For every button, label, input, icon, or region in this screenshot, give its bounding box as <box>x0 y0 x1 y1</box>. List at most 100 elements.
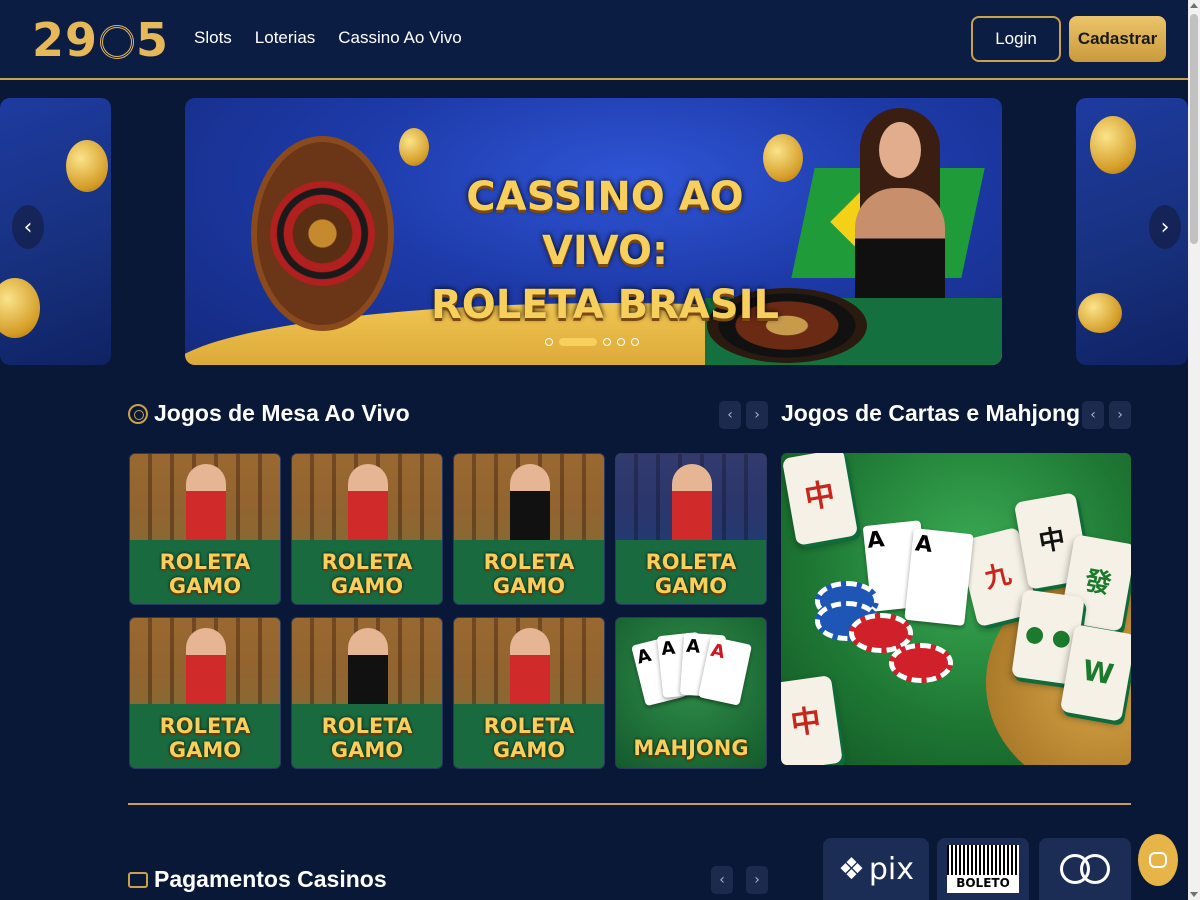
coin-image <box>399 128 429 166</box>
chevron-left-icon: ‹ <box>727 407 733 423</box>
game-title: ROLETA GAMO <box>454 550 604 598</box>
chevron-right-icon: › <box>754 872 760 888</box>
banner-title: CASSINO AO VIVO: ROLETA BRASIL <box>415 170 795 332</box>
payments-prev-button[interactable]: ‹ <box>711 866 733 894</box>
pix-text: pix <box>868 851 915 887</box>
site-header: 29 5 Slots Loterias Cassino Ao Vivo Logi… <box>0 0 1188 80</box>
carousel-dot-active[interactable] <box>559 338 597 346</box>
game-title-line1: ROLETA <box>483 550 575 574</box>
carousel-dot[interactable] <box>631 338 639 346</box>
carousel-dot[interactable] <box>603 338 611 346</box>
page-scrollbar[interactable] <box>1188 0 1200 900</box>
game-title-line2: GAMO <box>492 738 566 762</box>
credit-card-icon <box>128 871 148 888</box>
chevron-left-icon: ‹ <box>719 872 725 888</box>
game-title-line2: GAMO <box>330 738 404 762</box>
mastercard-circle-icon <box>1080 854 1110 884</box>
section-cards-mahjong-heading: Jogos de Cartas e Mahjong <box>781 400 1080 427</box>
game-title-line2: GAMO <box>654 574 728 598</box>
scroll-thumb[interactable] <box>1190 14 1198 244</box>
game-title-line1: ROLETA <box>159 550 251 574</box>
section-payments-heading: Pagamentos Casinos <box>128 866 387 893</box>
roulette-wheel-image <box>251 136 394 331</box>
game-tile[interactable]: ROLETA GAMO <box>453 453 605 605</box>
coin-image <box>1090 116 1136 174</box>
chevron-right-icon: › <box>1160 214 1170 240</box>
scroll-up-icon[interactable] <box>1190 3 1198 8</box>
game-title: ROLETA GAMO <box>292 714 442 762</box>
mahjong-feature-card[interactable]: 中 九 中 發 ● ● W A A 中 <box>781 453 1131 765</box>
section-live-tables-heading: Jogos de Mesa Ao Vivo <box>128 400 410 427</box>
game-title: ROLETA GAMO <box>616 550 766 598</box>
game-tile[interactable]: ROLETA GAMO <box>291 617 443 769</box>
boleto-logo[interactable]: BOLETO <box>937 838 1029 900</box>
game-tile[interactable]: A A A A MAHJONG <box>615 617 767 769</box>
hero-banner[interactable]: CASSINO AO VIVO: ROLETA BRASIL <box>185 98 1002 365</box>
banner-title-line2: ROLETA BRASIL <box>430 282 780 328</box>
game-title: ROLETA GAMO <box>454 714 604 762</box>
chevron-right-icon: › <box>754 407 760 423</box>
mahjong-tile-image: 中 <box>781 675 843 765</box>
chevron-left-icon: ‹ <box>23 214 33 240</box>
nav-loterias[interactable]: Loterias <box>255 28 315 48</box>
carousel-prev-button[interactable]: ‹ <box>12 205 44 249</box>
login-button[interactable]: Login <box>971 16 1061 62</box>
pix-logo[interactable]: ❖ pix <box>823 838 929 900</box>
live-tables-prev-button[interactable]: ‹ <box>719 401 741 429</box>
playing-card-image: A <box>904 528 974 626</box>
carousel-dot[interactable] <box>545 338 553 346</box>
game-title: ROLETA GAMO <box>130 550 280 598</box>
mastercard-logo[interactable] <box>1039 838 1131 900</box>
carousel-dot[interactable] <box>617 338 625 346</box>
section-payments-title: Pagamentos Casinos <box>154 866 387 892</box>
coin-image <box>66 140 108 192</box>
section-divider <box>128 803 1131 805</box>
main-nav: Slots Loterias Cassino Ao Vivo <box>194 28 462 48</box>
carousel-next-button[interactable]: › <box>1149 205 1181 249</box>
game-tile[interactable]: ROLETA GAMO <box>129 617 281 769</box>
game-title-line1: ROLETA <box>483 714 575 738</box>
game-title-line2: GAMO <box>330 574 404 598</box>
coin-image <box>0 278 40 338</box>
game-tile[interactable]: ROLETA GAMO <box>453 617 605 769</box>
logo-text-right: 5 <box>136 13 170 67</box>
cards-mahjong-next-button[interactable]: › <box>1109 401 1131 429</box>
cards-mahjong-prev-button[interactable]: ‹ <box>1082 401 1104 429</box>
roulette-icon <box>128 403 148 424</box>
logo-text-left: 29 <box>32 13 99 67</box>
game-title: MAHJONG <box>616 736 766 760</box>
section-cards-mahjong-title: Jogos de Cartas e Mahjong <box>781 400 1081 426</box>
game-title-line1: ROLETA <box>321 550 413 574</box>
game-title-line1: ROLETA <box>159 714 251 738</box>
live-tables-next-button[interactable]: › <box>746 401 768 429</box>
game-title: ROLETA GAMO <box>292 550 442 598</box>
game-title: ROLETA GAMO <box>130 714 280 762</box>
banner-title-line1: CASSINO AO VIVO: <box>466 174 744 274</box>
game-tile[interactable]: ROLETA GAMO <box>291 453 443 605</box>
pix-diamond-icon: ❖ <box>837 851 865 887</box>
nav-cassino-ao-vivo[interactable]: Cassino Ao Vivo <box>338 28 461 48</box>
section-live-tables-title: Jogos de Mesa Ao Vivo <box>154 400 410 426</box>
dealer-face <box>879 122 921 178</box>
logo[interactable]: 29 5 <box>32 13 170 67</box>
game-title-line1: ROLETA <box>645 550 737 574</box>
chat-icon <box>1149 852 1167 868</box>
game-title-line2: GAMO <box>492 574 566 598</box>
live-chat-button[interactable] <box>1138 834 1178 886</box>
boleto-text: BOLETO <box>954 876 1012 890</box>
register-button[interactable]: Cadastrar <box>1069 16 1166 62</box>
casino-chip-image <box>889 643 953 683</box>
game-title-line2: GAMO <box>168 574 242 598</box>
boleto-barcode-icon: BOLETO <box>947 845 1019 893</box>
scroll-down-icon[interactable] <box>1190 892 1198 897</box>
game-title-line2: GAMO <box>168 738 242 762</box>
payments-next-button[interactable]: › <box>746 866 768 894</box>
nav-slots[interactable]: Slots <box>194 28 232 48</box>
game-tile[interactable]: ROLETA GAMO <box>129 453 281 605</box>
game-tile[interactable]: ROLETA GAMO <box>615 453 767 605</box>
logo-ring-icon <box>100 25 135 59</box>
game-title-line1: MAHJONG <box>633 736 749 760</box>
chevron-left-icon: ‹ <box>1090 407 1096 423</box>
coin-image <box>1078 293 1122 333</box>
chevron-right-icon: › <box>1117 407 1123 423</box>
